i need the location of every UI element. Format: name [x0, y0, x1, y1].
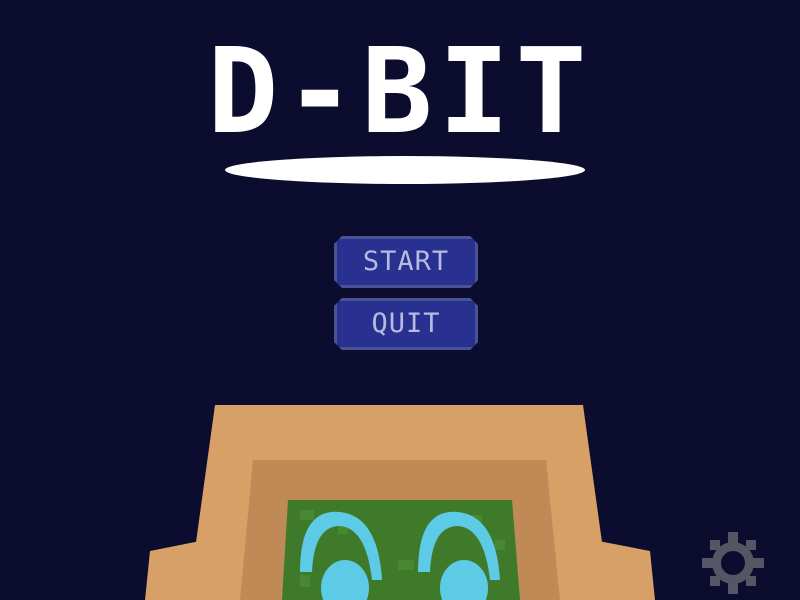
robot-character [145, 405, 655, 600]
gear-icon[interactable] [700, 530, 766, 596]
main-menu-screen: D-BIT START QUIT [0, 0, 800, 600]
